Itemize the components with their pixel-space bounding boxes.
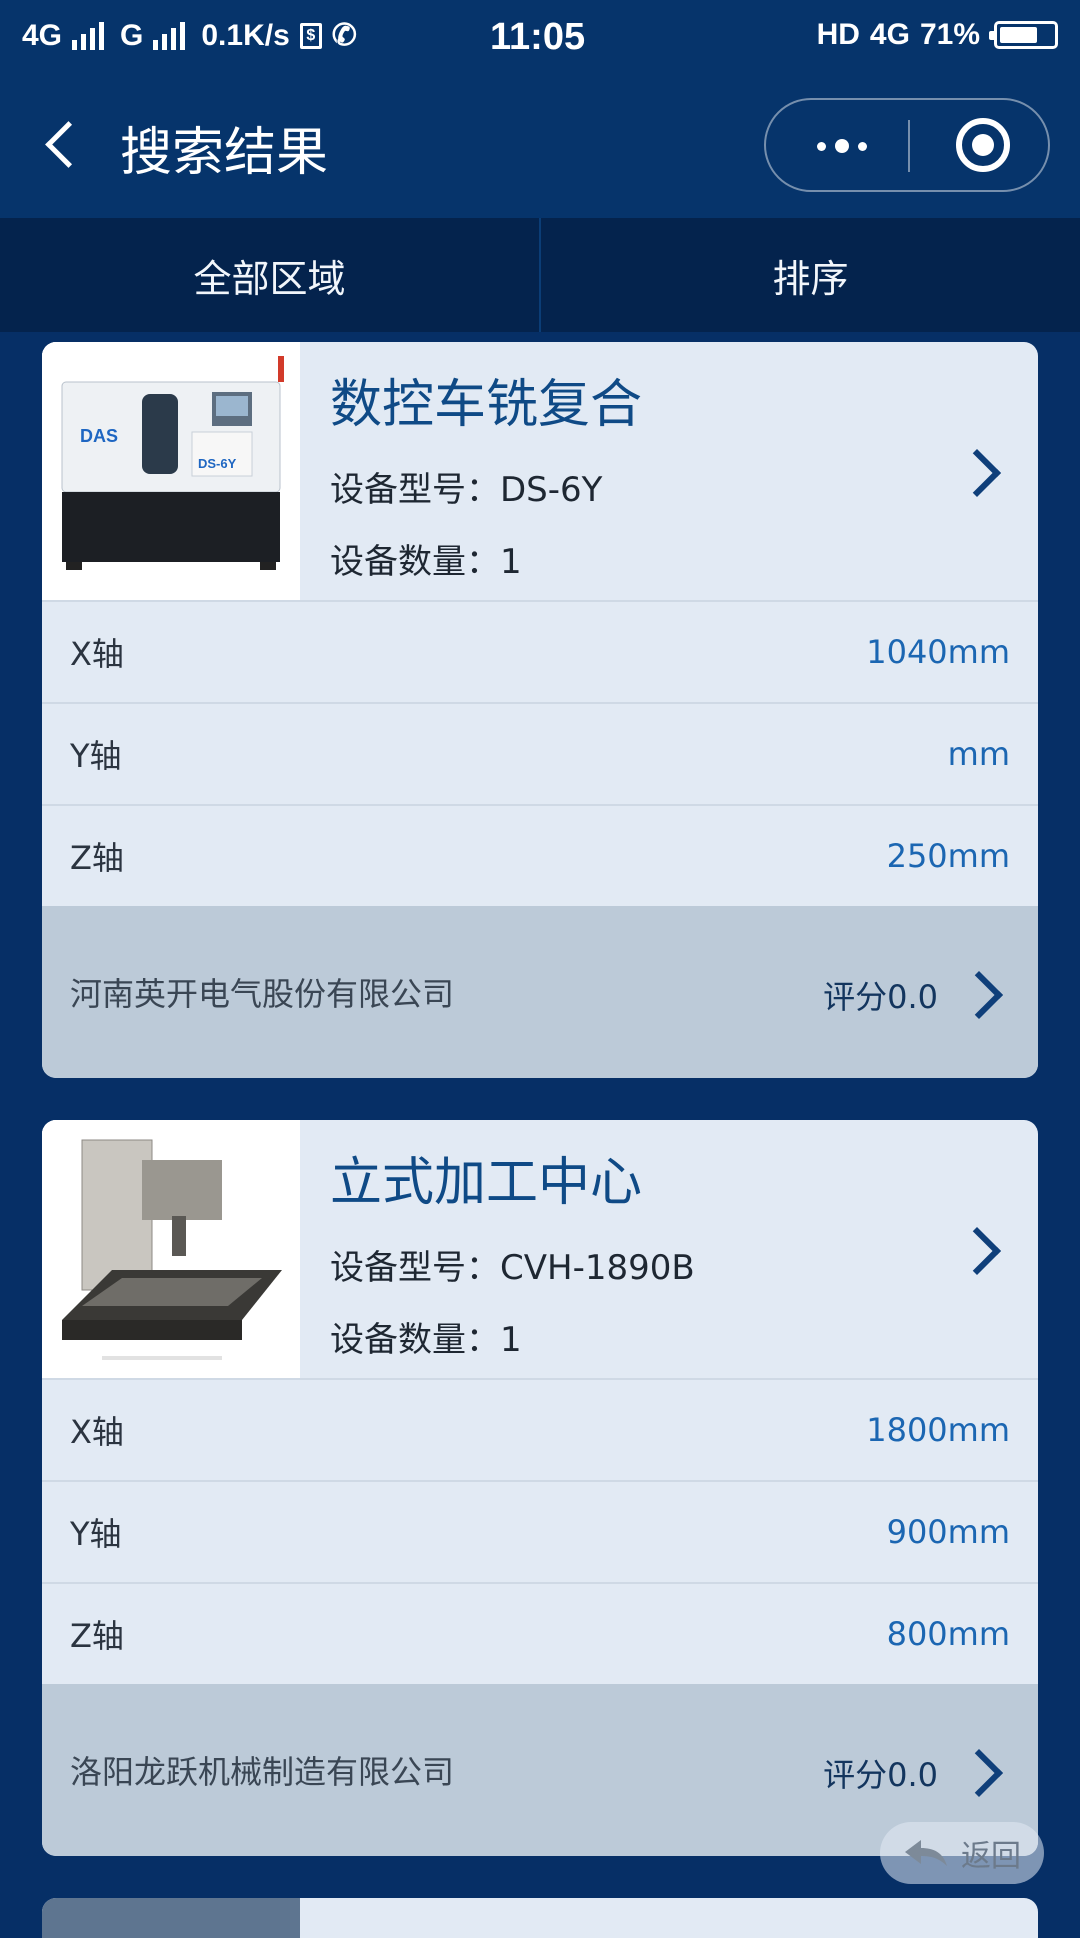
axis-label: Y轴 — [70, 1515, 122, 1553]
more-dots-icon[interactable] — [802, 120, 882, 172]
item-count: 设备数量：1 — [330, 542, 522, 582]
status-bar: 4G G 0.1K/s $ ✆ 11:05 HD 4G 71% — [0, 0, 1080, 76]
battery-icon — [989, 21, 1058, 49]
machine-image — [42, 1120, 300, 1378]
cnc-lathe-image: DAS DS-6Y — [42, 342, 300, 600]
hd-indicator: HD — [816, 18, 860, 51]
phone-icon: ✆ — [331, 19, 357, 52]
company-name: 河南英开电气股份有限公司 — [70, 975, 455, 1013]
chevron-right-icon — [952, 1226, 1002, 1276]
back-chevron-icon[interactable] — [38, 116, 86, 180]
chevron-right-icon — [954, 970, 1004, 1020]
axis-value: 800mm — [886, 1615, 1010, 1653]
item-count: 设备数量：1 — [330, 1320, 522, 1360]
rating: 评分0.0 — [823, 1756, 938, 1794]
spec-row-y: Y轴 mm — [42, 704, 1038, 806]
axis-label: X轴 — [70, 1413, 124, 1451]
signal-icon — [72, 21, 105, 50]
spec-row-x: X轴 1800mm — [42, 1380, 1038, 1482]
return-label: 返回 — [961, 1839, 1021, 1874]
page-title: 搜索结果 — [120, 123, 329, 183]
axis-value: 250mm — [886, 837, 1010, 875]
axis-value: 1800mm — [866, 1411, 1010, 1449]
item-title: 数控车铣复合 — [330, 375, 643, 435]
axis-label: Z轴 — [70, 839, 124, 877]
axis-label: Z轴 — [70, 1617, 124, 1655]
chevron-right-icon — [954, 1748, 1004, 1798]
spec-row-x: X轴 1040mm — [42, 602, 1038, 704]
company-name: 洛阳龙跃机械制造有限公司 — [70, 1753, 455, 1791]
svg-text:DAS: DAS — [80, 426, 118, 446]
status-left: 4G G 0.1K/s $ ✆ — [22, 18, 357, 53]
axis-value: 1040mm — [866, 633, 1010, 671]
network-type-right: 4G — [869, 18, 910, 51]
clock: 11:05 — [490, 16, 586, 58]
filter-region[interactable]: 全部区域 — [0, 218, 539, 332]
svg-text:DS-6Y: DS-6Y — [198, 456, 237, 471]
status-right: HD 4G 71% — [817, 18, 1058, 52]
item-model: 设备型号：DS-6Y — [330, 470, 603, 510]
axis-label: X轴 — [70, 635, 124, 673]
signal-icon-second — [153, 21, 186, 50]
result-card: DAS DS-6Y 数控车铣复合 设备型号：DS-6Y 设备数量：1 X轴 10… — [42, 342, 1038, 1078]
battery-percent: 71% — [919, 18, 980, 51]
axis-value: mm — [947, 735, 1010, 773]
close-target-icon[interactable] — [956, 118, 1010, 172]
item-title: 立式加工中心 — [330, 1153, 643, 1213]
rating: 评分0.0 — [823, 978, 938, 1016]
result-list: DAS DS-6Y 数控车铣复合 设备型号：DS-6Y 设备数量：1 X轴 10… — [42, 342, 1038, 1938]
return-button[interactable]: 返回 — [880, 1822, 1044, 1884]
machining-center-image — [42, 1120, 300, 1378]
company-footer[interactable]: 河南英开电气股份有限公司 评分0.0 — [42, 906, 1038, 1078]
network-type: 4G — [22, 18, 63, 52]
result-card-partial[interactable] — [42, 1898, 1038, 1938]
card-header[interactable]: 立式加工中心 设备型号：CVH-1890B 设备数量：1 — [42, 1120, 1038, 1380]
spec-row-y: Y轴 900mm — [42, 1482, 1038, 1584]
network-speed: 0.1K/s — [201, 18, 290, 52]
network-type-second: G — [120, 18, 144, 52]
item-model: 设备型号：CVH-1890B — [330, 1248, 695, 1288]
axis-value: 900mm — [886, 1513, 1010, 1551]
machine-image: DAS DS-6Y — [42, 342, 300, 600]
capsule-divider — [908, 120, 910, 172]
filter-bar: 全部区域 排序 — [0, 218, 1080, 332]
axis-label: Y轴 — [70, 737, 122, 775]
spec-row-z: Z轴 800mm — [42, 1584, 1038, 1684]
spec-row-z: Z轴 250mm — [42, 806, 1038, 906]
sim-icon: $ — [299, 22, 322, 49]
filter-sort[interactable]: 排序 — [541, 218, 1080, 332]
mini-program-capsule — [764, 98, 1050, 192]
return-arrow-icon — [905, 1840, 947, 1866]
nav-bar: 搜索结果 — [0, 76, 1080, 218]
chevron-right-icon — [952, 448, 1002, 498]
result-card: 立式加工中心 设备型号：CVH-1890B 设备数量：1 X轴 1800mm Y… — [42, 1120, 1038, 1856]
card-header[interactable]: DAS DS-6Y 数控车铣复合 设备型号：DS-6Y 设备数量：1 — [42, 342, 1038, 602]
machine-image — [42, 1898, 300, 1938]
